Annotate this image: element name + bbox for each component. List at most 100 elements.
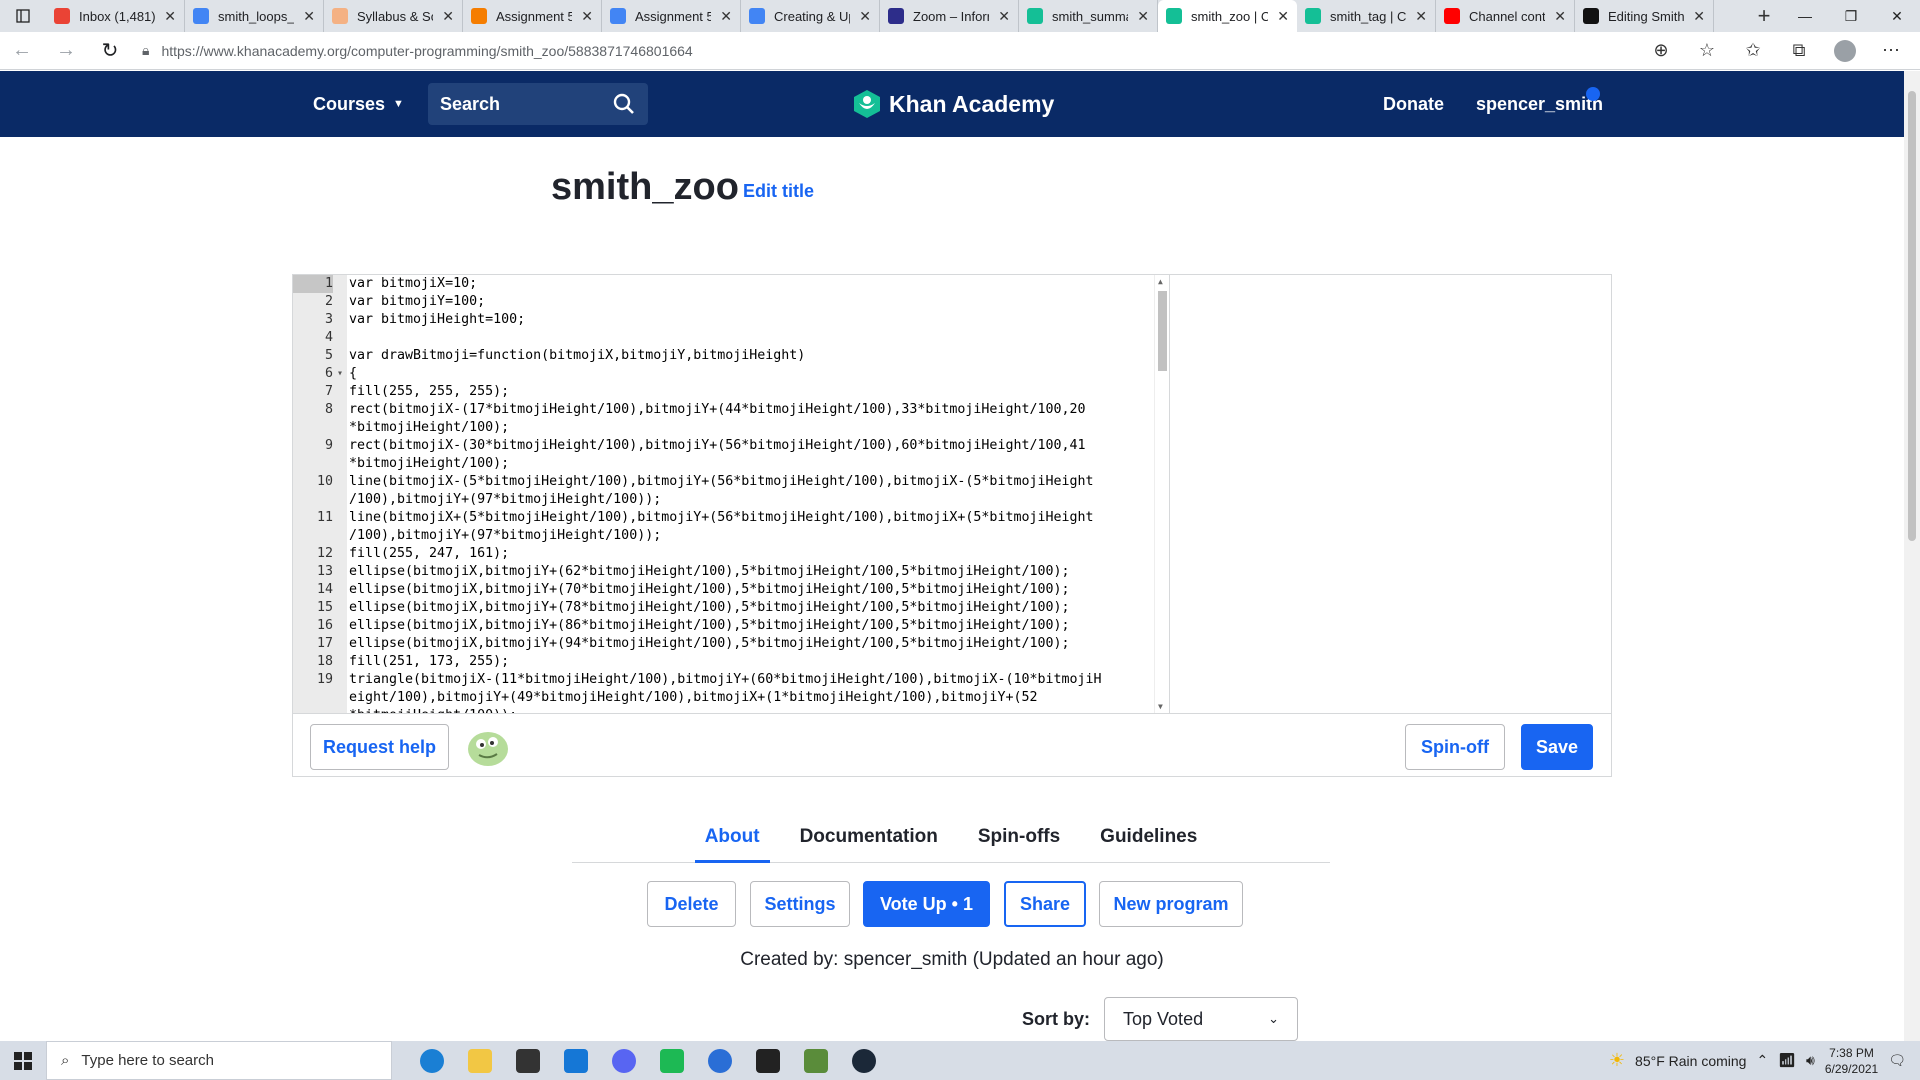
fold-toggle-icon[interactable] [333,545,347,563]
fold-toggle-icon[interactable] [333,293,347,311]
close-icon[interactable]: ✕ [1277,8,1289,25]
fold-toggle-icon[interactable] [333,491,347,509]
fold-toggle-icon[interactable] [333,275,347,293]
browser-tab[interactable]: Zoom – Inforr ✕ [880,0,1019,32]
fold-toggle-icon[interactable] [333,689,347,707]
epic-games-icon[interactable] [746,1041,790,1080]
fold-toggle-icon[interactable] [333,617,347,635]
close-icon[interactable]: ✕ [998,8,1010,25]
fold-toggle-icon[interactable] [333,383,347,401]
fold-toggle-icon[interactable] [333,401,347,419]
browser-tab[interactable]: smith_tag | Co ✕ [1297,0,1436,32]
fold-toggle-icon[interactable] [333,437,347,455]
khan-academy-logo[interactable]: Khan Academy [853,71,1054,137]
fold-toggle-icon[interactable] [333,419,347,437]
tab-actions-menu-icon[interactable] [0,0,46,32]
steam-icon[interactable] [842,1041,886,1080]
chevron-up-icon[interactable]: ⌃ [1756,1052,1768,1069]
mail-icon[interactable] [554,1041,598,1080]
close-icon[interactable]: ✕ [1137,8,1149,25]
start-button[interactable] [0,1041,46,1080]
close-icon[interactable]: ✕ [1554,8,1566,25]
user-menu[interactable]: spencer_smith [1476,71,1603,137]
fold-toggle-icon[interactable] [333,563,347,581]
spinoff-button[interactable]: Spin-off [1405,724,1505,770]
delete-button[interactable]: Delete [647,881,736,927]
close-icon[interactable]: ✕ [442,8,454,25]
tab-spinoffs[interactable]: Spin-offs [968,813,1070,863]
fold-toggle-icon[interactable] [333,311,347,329]
fold-toggle-icon[interactable] [333,509,347,527]
app-icon[interactable] [698,1041,742,1080]
taskbar-search[interactable]: ⌕ Type here to search [46,1041,392,1080]
editor-scrollbar[interactable]: ▲ ▼ [1154,275,1169,713]
browser-tab[interactable]: Creating & Up ✕ [741,0,880,32]
network-icon[interactable]: 📶︎ [1778,1052,1796,1069]
browser-tab[interactable]: smith_zoo | C ✕ [1158,0,1297,32]
close-icon[interactable]: ✕ [164,8,176,25]
back-button[interactable]: ← [0,32,44,70]
settings-menu-icon[interactable]: ⋯ [1872,36,1910,66]
vote-up-button[interactable]: Vote Up • 1 [863,881,990,927]
close-icon[interactable]: ✕ [1693,8,1705,25]
url-field[interactable]: 🔒︎ https://www.khanacademy.org/computer-… [132,36,1642,66]
file-explorer-icon[interactable] [458,1041,502,1080]
close-icon[interactable]: ✕ [1415,8,1427,25]
fold-toggle-icon[interactable] [333,653,347,671]
code-editor[interactable]: 1 var bitmojiX=10; 2 var bitmojiY=100; 3 var … [293,275,1170,713]
browser-tab[interactable]: Syllabus & Sc ✕ [324,0,463,32]
donate-link[interactable]: Donate [1383,71,1444,137]
output-canvas[interactable]: SSSSSSSS [1171,275,1611,713]
add-favorite-icon[interactable]: ☆ [1688,36,1726,66]
fold-toggle-icon[interactable] [333,347,347,365]
search-box[interactable]: Search [428,83,648,125]
fold-toggle-icon[interactable] [333,527,347,545]
browser-tab[interactable]: Channel conte ✕ [1436,0,1575,32]
browser-tab[interactable]: smith_summa ✕ [1019,0,1158,32]
clock[interactable]: 7:38 PM 6/29/2021 [1825,1045,1878,1077]
share-button[interactable]: Share [1004,881,1086,927]
new-tab-button[interactable]: + [1746,0,1782,32]
forward-button[interactable]: → [44,32,88,70]
close-window-button[interactable]: ✕ [1874,0,1920,32]
close-icon[interactable]: ✕ [859,8,871,25]
request-help-button[interactable]: Request help [310,724,449,770]
refresh-button[interactable]: ↻ [88,32,132,70]
edge-icon[interactable] [410,1041,454,1080]
fold-toggle-icon[interactable] [333,473,347,491]
store-icon[interactable] [506,1041,550,1080]
tab-guidelines[interactable]: Guidelines [1090,813,1207,863]
browser-tab[interactable]: Assignment 5 ✕ [602,0,741,32]
browser-tab[interactable]: Inbox (1,481) ✕ [46,0,185,32]
browser-tab[interactable]: Assignment 5 ✕ [463,0,602,32]
settings-button[interactable]: Settings [750,881,850,927]
editor-scroll-thumb[interactable] [1158,291,1167,371]
browser-tab[interactable]: smith_loops_a ✕ [185,0,324,32]
save-button[interactable]: Save [1521,724,1593,770]
fold-toggle-icon[interactable] [333,635,347,653]
minimize-button[interactable]: — [1782,0,1828,32]
page-scrollbar[interactable] [1904,71,1920,1041]
favorites-icon[interactable]: ✩ [1734,36,1772,66]
tab-documentation[interactable]: Documentation [790,813,948,863]
browser-tab[interactable]: Editing Smith ✕ [1575,0,1714,32]
collections-icon[interactable]: ⧉ [1780,36,1818,66]
fold-toggle-icon[interactable] [333,581,347,599]
discord-icon[interactable] [602,1041,646,1080]
spotify-icon[interactable] [650,1041,694,1080]
minecraft-icon[interactable] [794,1041,838,1080]
courses-menu[interactable]: Courses ▼ [313,71,404,137]
notifications-icon[interactable]: 🗨︎ [1888,1052,1906,1069]
fold-toggle-icon[interactable]: ▾ [333,365,347,383]
scroll-up-icon[interactable]: ▲ [1158,277,1163,286]
zoom-icon[interactable]: ⊕ [1642,36,1680,66]
weather-text[interactable]: 85°F Rain coming [1635,1053,1746,1069]
close-icon[interactable]: ✕ [720,8,732,25]
volume-icon[interactable]: 🔊︎ [1806,1052,1815,1069]
new-program-button[interactable]: New program [1099,881,1243,927]
fold-toggle-icon[interactable] [333,329,347,347]
scroll-down-icon[interactable]: ▼ [1158,702,1163,711]
fold-toggle-icon[interactable] [333,671,347,689]
close-icon[interactable]: ✕ [303,8,315,25]
edit-title-link[interactable]: Edit title [743,181,814,202]
